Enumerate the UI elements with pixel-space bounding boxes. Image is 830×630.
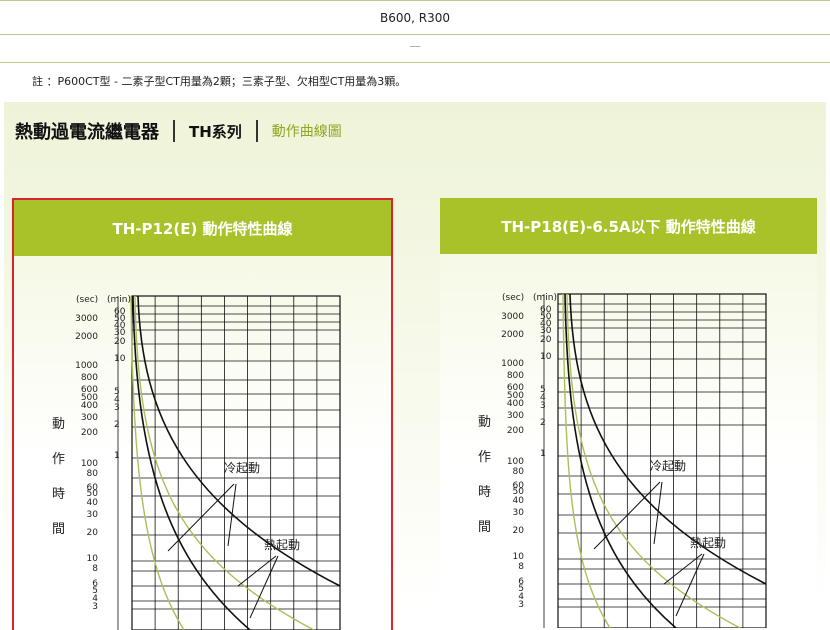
cold-start-curve: [569, 293, 767, 585]
card-title: TH-P18(E)-6.5A以下 動作特性曲線: [440, 198, 817, 254]
green-hot-curve: [130, 295, 185, 630]
cold-start-label: 冷起動: [224, 461, 260, 475]
sec-tick-label: 3000: [501, 312, 524, 322]
sec-tick-label: 400: [81, 401, 98, 411]
y-axis-label: 時: [52, 487, 65, 502]
content-panel: 熱動過電流繼電器 TH系列 動作曲線圖 TH-P12(E) 動作特性曲線 (se…: [4, 102, 826, 630]
sec-tick-label: 800: [81, 373, 98, 383]
min-tick-label: 1: [114, 451, 120, 461]
sec-tick-label: 80: [513, 467, 525, 477]
chart-card-tp18[interactable]: TH-P18(E)-6.5A以下 動作特性曲線 (sec) (min) 3000 20…: [440, 198, 817, 628]
sec-tick-label: 3: [92, 602, 98, 612]
chart-tp12: (sec) (min)300020001000800600500400300200…: [52, 295, 341, 630]
min-unit-label: (min): [533, 293, 557, 303]
table-row: B600, R300: [0, 0, 830, 35]
sec-unit-label: (sec): [502, 293, 524, 303]
min-tick-label: 20: [540, 335, 552, 345]
sec-tick-label: 40: [513, 496, 525, 506]
min-tick-label: 2: [114, 420, 120, 430]
sec-tick-label: 300: [507, 411, 524, 421]
breadcrumb-series[interactable]: TH系列: [189, 121, 242, 142]
sec-tick-label: 30: [513, 508, 525, 518]
sec-tick-label: 300: [81, 413, 98, 423]
card-title: TH-P12(E) 動作特性曲線: [14, 200, 391, 256]
min-tick-label: 10: [114, 354, 126, 364]
min-tick-label: 2: [540, 418, 546, 428]
sec-tick-label: 1000: [501, 359, 524, 369]
breadcrumb-title[interactable]: 熱動過電流繼電器: [15, 118, 159, 144]
cold-start-label: 冷起動: [650, 459, 686, 473]
min-unit-label: (min): [107, 295, 131, 305]
sec-tick-label: 200: [507, 426, 524, 436]
min-tick-label: 10: [540, 352, 552, 362]
table-row: —: [0, 34, 830, 63]
sec-tick-label: 1000: [75, 361, 98, 371]
y-axis-label: 動: [478, 415, 491, 430]
sec-tick-label: 10: [87, 554, 99, 564]
sec-tick-label: 8: [92, 564, 98, 574]
y-axis-label: 作: [52, 452, 65, 467]
sec-tick-label: 3: [518, 600, 524, 610]
sec-tick-label: 3000: [75, 314, 98, 324]
table-cell: B600, R300: [379, 11, 450, 25]
min-tick-label: 1: [540, 449, 546, 459]
y-axis-label: 間: [478, 520, 491, 535]
chart-card-tp12[interactable]: TH-P12(E) 動作特性曲線 (sec) (min) 3000 2000 1000 8…: [12, 198, 393, 630]
min-tick-label: 3: [114, 403, 120, 413]
min-tick-label: 20: [114, 337, 126, 347]
sec-tick-label: 2000: [75, 332, 98, 342]
breadcrumb-divider: [173, 120, 175, 142]
min-tick-label: 3: [540, 401, 546, 411]
y-axis-label: 動: [52, 417, 65, 432]
hot-start-label: 熱起動: [264, 538, 300, 552]
sec-tick-label: 800: [507, 371, 524, 381]
y-axis-label: 間: [52, 522, 65, 537]
y-axis-label: 時: [478, 485, 491, 500]
breadcrumb-divider: [255, 120, 258, 142]
table-cell: —: [409, 39, 421, 53]
sec-tick-label: 2000: [501, 330, 524, 340]
footnote: 註 ：P600CT型 - 二素子型CT用量為2顆；三素子型、欠相型CT用量為3顆…: [32, 75, 407, 88]
sec-unit-label: (sec): [76, 295, 98, 305]
sec-tick-label: 8: [518, 562, 524, 572]
sec-tick-label: 20: [513, 526, 525, 536]
sec-tick-label: 10: [513, 552, 525, 562]
sec-tick-label: 100: [507, 457, 524, 467]
cold-start-curve: [137, 295, 341, 587]
sec-tick-label: 40: [87, 498, 99, 508]
sec-tick-label: 100: [81, 459, 98, 469]
hot-start-label: 熱起動: [690, 536, 726, 550]
sec-tick-label: 80: [87, 469, 99, 479]
breadcrumb: 熱動過電流繼電器 TH系列 動作曲線圖: [15, 118, 342, 144]
annotation-arrow: [227, 483, 237, 547]
sec-tick-label: 200: [81, 428, 98, 438]
chart-tp18: (sec) (min)300020001000800600500400300200…: [478, 293, 767, 628]
sec-tick-label: 30: [87, 510, 99, 520]
y-axis-label: 作: [478, 450, 491, 465]
sec-tick-label: 400: [507, 399, 524, 409]
breadcrumb-current: 動作曲線圖: [271, 124, 342, 140]
sec-tick-label: 20: [87, 528, 99, 538]
